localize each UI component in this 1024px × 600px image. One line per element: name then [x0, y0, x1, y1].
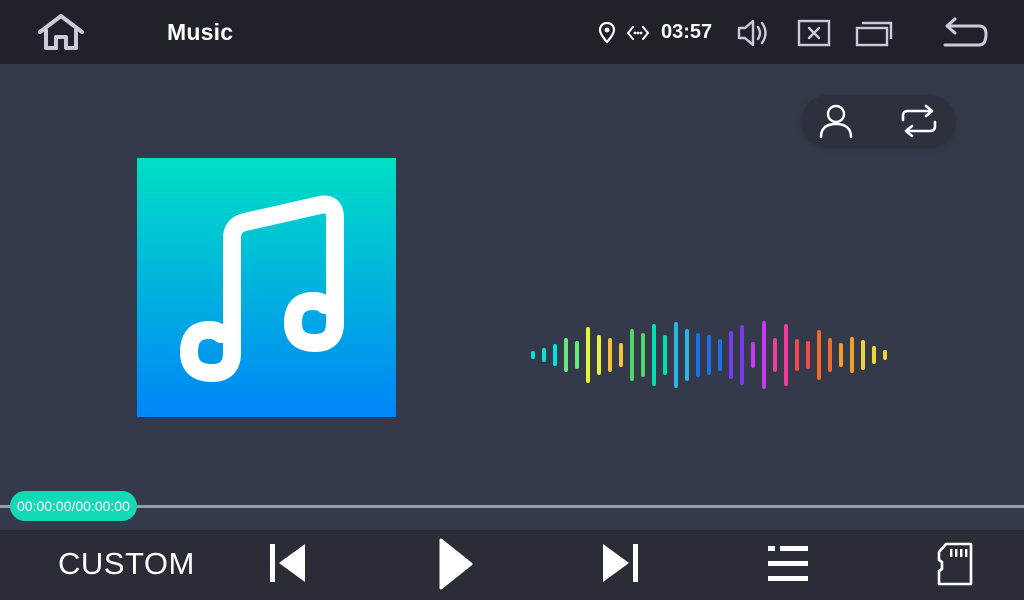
volume-button[interactable]: [734, 14, 774, 52]
music-app: Music 03:57 00:00:00/00:00:00 CUSTOM: [0, 0, 1024, 600]
progress-bar[interactable]: [0, 505, 1024, 508]
close-app-icon: [797, 19, 831, 47]
play-icon: [439, 538, 473, 590]
close-app-button[interactable]: [794, 15, 834, 51]
repeat-button[interactable]: [894, 99, 944, 143]
sd-card-icon: [937, 542, 973, 586]
play-button[interactable]: [428, 534, 482, 594]
link-icon: [627, 26, 649, 40]
page-title: Music: [167, 19, 234, 45]
home-button[interactable]: [32, 10, 90, 54]
status-bar: Music 03:57: [0, 0, 1024, 64]
clock: 03:57: [661, 21, 713, 43]
audio-visualizer: [531, 321, 887, 389]
back-button[interactable]: [936, 12, 992, 54]
next-track-button[interactable]: [594, 538, 648, 588]
playback-time: 00:00:00/00:00:00: [10, 491, 137, 521]
repeat-icon: [901, 104, 937, 138]
previous-track-button[interactable]: [260, 538, 314, 588]
playback-controls: CUSTOM: [0, 530, 1024, 600]
album-art: [137, 158, 396, 417]
recent-apps-icon: [855, 21, 893, 47]
volume-icon: [737, 19, 767, 47]
artist-button[interactable]: [814, 99, 858, 143]
source-sd-card-button[interactable]: [930, 538, 980, 590]
skip-next-icon: [603, 544, 638, 582]
artist-icon: [819, 104, 853, 139]
music-note-icon: [179, 195, 344, 383]
back-icon: [943, 17, 988, 47]
playlist-icon: [768, 546, 808, 581]
eq-preset-button[interactable]: CUSTOM: [58, 546, 195, 582]
home-icon: [38, 14, 84, 50]
skip-previous-icon: [270, 544, 305, 582]
playlist-button[interactable]: [762, 540, 814, 588]
location-pin-icon: [598, 22, 616, 44]
recent-apps-button[interactable]: [852, 15, 896, 51]
mode-toggle-group: [802, 95, 955, 146]
